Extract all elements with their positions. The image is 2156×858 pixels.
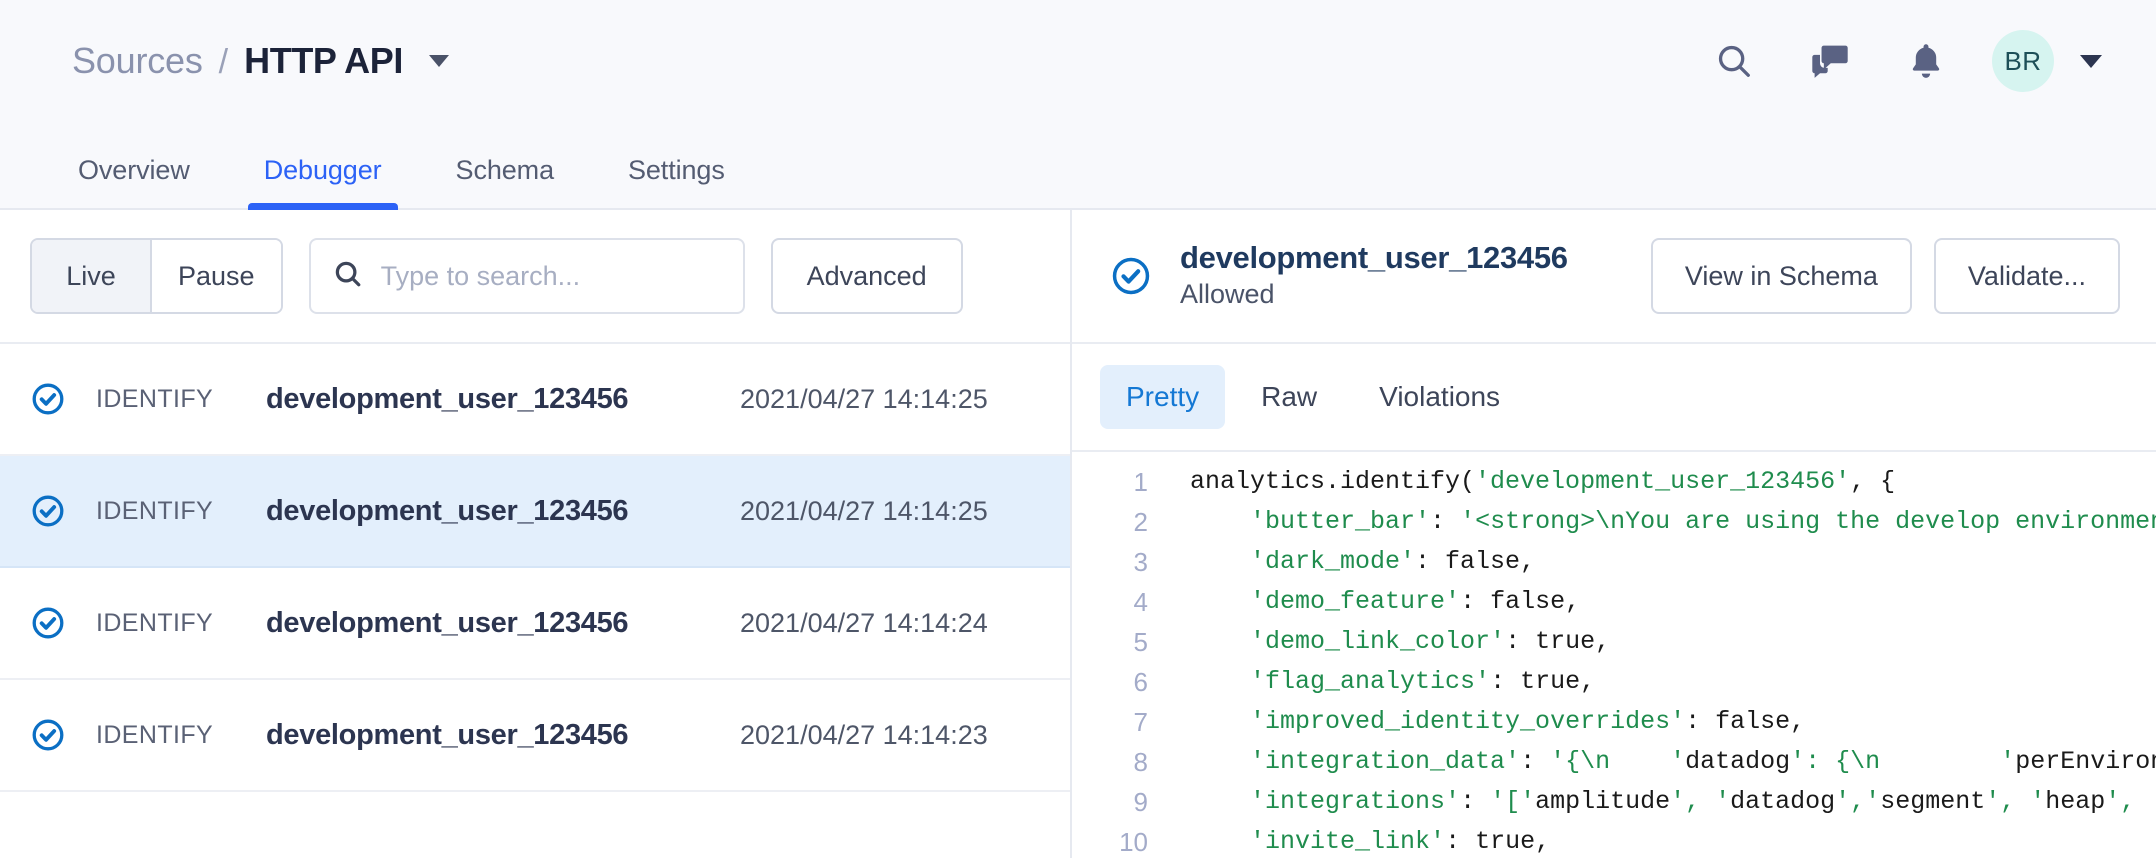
table-row[interactable]: IDENTIFY development_user_123456 2021/04… [0, 680, 1070, 792]
table-row[interactable]: IDENTIFY development_user_123456 2021/04… [0, 568, 1070, 680]
breadcrumb: Sources / HTTP API [72, 40, 449, 82]
code-line: 'flag_analytics': true, [1190, 662, 2156, 702]
tab-debugger[interactable]: Debugger [258, 155, 388, 208]
table-row-partial [0, 792, 1070, 858]
top-bar-actions: BR [1686, 21, 2112, 101]
tab-settings[interactable]: Settings [622, 155, 731, 208]
event-type: IDENTIFY [96, 609, 266, 638]
event-timestamp: 2021/04/27 14:14:23 [740, 720, 1070, 751]
status-check-icon [0, 605, 96, 641]
code-content[interactable]: analytics.identify('development_user_123… [1170, 462, 2156, 858]
table-row[interactable]: IDENTIFY development_user_123456 2021/04… [0, 344, 1070, 456]
status-badge: Allowed [1180, 278, 1651, 310]
breadcrumb-chevron-down-icon[interactable] [429, 55, 449, 67]
detail-title-block: development_user_123456 Allowed [1180, 241, 1651, 310]
event-type: IDENTIFY [96, 385, 266, 414]
status-check-icon [1110, 255, 1152, 297]
status-check-icon [0, 493, 96, 529]
event-name: development_user_123456 [266, 719, 740, 752]
line-number-gutter: 1 2 3 4 5 6 7 8 9 10 11 12 13 [1072, 462, 1170, 858]
tab-raw[interactable]: Raw [1235, 365, 1343, 429]
code-line: 'improved_identity_overrides': false, [1190, 702, 2156, 742]
event-list: IDENTIFY development_user_123456 2021/04… [0, 344, 1070, 858]
line-number: 5 [1072, 622, 1148, 662]
avatar[interactable]: BR [1992, 30, 2054, 92]
pause-button[interactable]: Pause [150, 240, 281, 312]
detail-view-tabs: Pretty Raw Violations [1072, 344, 2156, 452]
line-number: 2 [1072, 502, 1148, 542]
live-pause-toggle: Live Pause [30, 238, 283, 314]
code-line: analytics.identify('development_user_123… [1190, 462, 2156, 502]
event-type: IDENTIFY [96, 497, 266, 526]
tab-overview[interactable]: Overview [72, 155, 196, 208]
line-number: 6 [1072, 662, 1148, 702]
breadcrumb-root[interactable]: Sources [72, 40, 203, 82]
avatar-initials: BR [2004, 46, 2041, 77]
status-check-icon [0, 717, 96, 753]
tab-pretty[interactable]: Pretty [1100, 365, 1225, 429]
advanced-button[interactable]: Advanced [771, 238, 963, 314]
detail-actions: View in Schema Validate... [1651, 238, 2120, 314]
tab-schema[interactable]: Schema [450, 155, 560, 208]
line-number: 7 [1072, 702, 1148, 742]
search-input[interactable] [381, 261, 721, 292]
event-stream-panel: Live Pause Advanced [0, 210, 1072, 858]
table-row[interactable]: IDENTIFY development_user_123456 2021/04… [0, 456, 1070, 568]
event-name: development_user_123456 [266, 607, 740, 640]
validate-button[interactable]: Validate... [1934, 238, 2120, 314]
account-chevron-down-icon[interactable] [2080, 55, 2102, 68]
event-timestamp: 2021/04/27 14:14:24 [740, 608, 1070, 639]
detail-header: development_user_123456 Allowed View in … [1072, 210, 2156, 344]
event-name: development_user_123456 [266, 383, 740, 416]
code-line: 'invite_link': true, [1190, 822, 2156, 858]
page-title: development_user_123456 [1180, 241, 1651, 276]
code-line: 'dark_mode': false, [1190, 542, 2156, 582]
chat-icon[interactable] [1782, 21, 1878, 101]
payload-code-viewer: 1 2 3 4 5 6 7 8 9 10 11 12 13 analytics.… [1072, 452, 2156, 858]
line-number: 1 [1072, 462, 1148, 502]
code-line: 'integrations': '['amplitude', 'datadog'… [1190, 782, 2156, 822]
bell-icon[interactable] [1878, 21, 1974, 101]
event-detail-panel: development_user_123456 Allowed View in … [1072, 210, 2156, 858]
event-type: IDENTIFY [96, 721, 266, 750]
stream-controls: Live Pause Advanced [0, 210, 1070, 344]
event-timestamp: 2021/04/27 14:14:25 [740, 384, 1070, 415]
line-number: 3 [1072, 542, 1148, 582]
code-line: 'demo_link_color': true, [1190, 622, 2156, 662]
line-number: 8 [1072, 742, 1148, 782]
breadcrumb-current: HTTP API [244, 40, 403, 82]
view-in-schema-button[interactable]: View in Schema [1651, 238, 1912, 314]
line-number: 10 [1072, 822, 1148, 858]
search-icon [333, 259, 381, 294]
debugger-page: Sources / HTTP API [0, 0, 2156, 858]
line-number: 9 [1072, 782, 1148, 822]
breadcrumb-separator: / [219, 43, 228, 82]
section-tabs: Overview Debugger Schema Settings [0, 122, 2156, 210]
tab-violations[interactable]: Violations [1353, 365, 1526, 429]
code-line: 'integration_data': '{\n 'datadog': {\n … [1190, 742, 2156, 782]
search-box[interactable] [309, 238, 745, 314]
code-line: 'demo_feature': false, [1190, 582, 2156, 622]
event-timestamp: 2021/04/27 14:14:25 [740, 496, 1070, 527]
live-button[interactable]: Live [32, 240, 150, 312]
body-split: Live Pause Advanced [0, 210, 2156, 858]
status-check-icon [0, 381, 96, 417]
search-icon[interactable] [1686, 21, 1782, 101]
code-line: 'butter_bar': '<strong>\nYou are using t… [1190, 502, 2156, 542]
top-bar: Sources / HTTP API [0, 0, 2156, 122]
event-name: development_user_123456 [266, 495, 740, 528]
line-number: 4 [1072, 582, 1148, 622]
